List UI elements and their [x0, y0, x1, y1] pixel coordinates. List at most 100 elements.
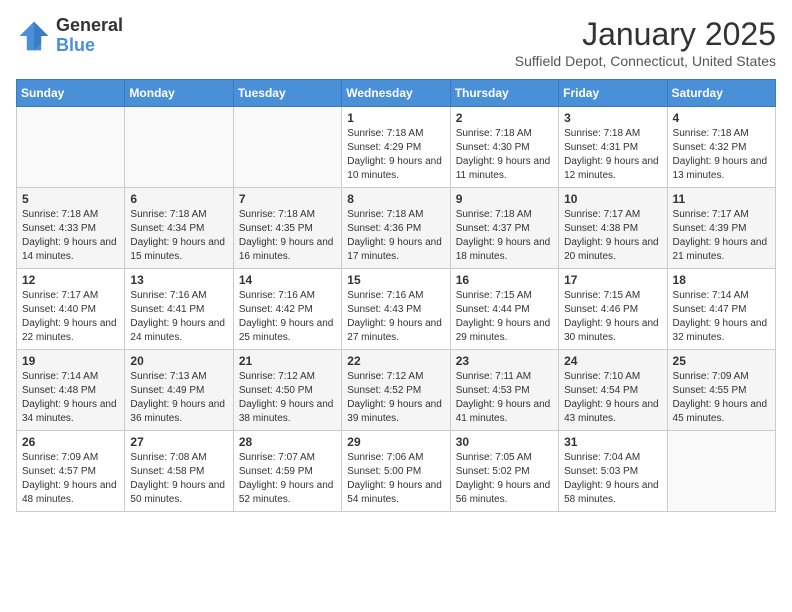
day-number: 2: [456, 111, 553, 125]
calendar-cell: 9 Sunrise: 7:18 AM Sunset: 4:37 PM Daylig…: [450, 188, 558, 269]
calendar-cell: 3 Sunrise: 7:18 AM Sunset: 4:31 PM Daylig…: [559, 107, 667, 188]
calendar-cell: 30 Sunrise: 7:05 AM Sunset: 5:02 PM Dayli…: [450, 431, 558, 512]
day-number: 22: [347, 354, 444, 368]
day-info: Sunrise: 7:09 AM Sunset: 4:55 PM Dayligh…: [673, 370, 770, 426]
col-sunday: Sunday: [17, 80, 125, 107]
week-row-3: 12 Sunrise: 7:17 AM Sunset: 4:40 PM Dayli…: [17, 269, 776, 350]
day-info: Sunrise: 7:18 AM Sunset: 4:30 PM Dayligh…: [456, 127, 553, 183]
day-number: 4: [673, 111, 770, 125]
day-number: 19: [22, 354, 119, 368]
calendar-cell: 5Sunrise: 7:18 AM Sunset: 4:33 PM Daylig…: [17, 188, 125, 269]
col-thursday: Thursday: [450, 80, 558, 107]
day-info: Sunrise: 7:18 AM Sunset: 4:35 PM Dayligh…: [239, 208, 336, 264]
logo-general-text: General: [56, 15, 123, 35]
day-info: Sunrise: 7:18 AM Sunset: 4:36 PM Dayligh…: [347, 208, 444, 264]
logo: General Blue: [16, 16, 123, 56]
day-number: 1: [347, 111, 444, 125]
day-number: 3: [564, 111, 661, 125]
calendar-cell: 15Sunrise: 7:16 AM Sunset: 4:43 PM Dayli…: [342, 269, 450, 350]
day-info: Sunrise: 7:17 AM Sunset: 4:40 PM Dayligh…: [22, 289, 119, 345]
calendar-cell: 11 Sunrise: 7:17 AM Sunset: 4:39 PM Dayli…: [667, 188, 775, 269]
week-row-5: 26Sunrise: 7:09 AM Sunset: 4:57 PM Dayli…: [17, 431, 776, 512]
calendar-cell: 16Sunrise: 7:15 AM Sunset: 4:44 PM Dayli…: [450, 269, 558, 350]
day-info: Sunrise: 7:09 AM Sunset: 4:57 PM Dayligh…: [22, 451, 119, 507]
col-tuesday: Tuesday: [233, 80, 341, 107]
calendar-cell: [17, 107, 125, 188]
calendar-cell: 29Sunrise: 7:06 AM Sunset: 5:00 PM Dayli…: [342, 431, 450, 512]
month-year-title: January 2025: [515, 16, 776, 53]
day-number: 13: [130, 273, 227, 287]
day-info: Sunrise: 7:05 AM Sunset: 5:02 PM Dayligh…: [456, 451, 553, 507]
day-number: 9: [456, 192, 553, 206]
day-info: Sunrise: 7:08 AM Sunset: 4:58 PM Dayligh…: [130, 451, 227, 507]
calendar-cell: 14Sunrise: 7:16 AM Sunset: 4:42 PM Dayli…: [233, 269, 341, 350]
day-info: Sunrise: 7:18 AM Sunset: 4:32 PM Dayligh…: [673, 127, 770, 183]
calendar-cell: 2 Sunrise: 7:18 AM Sunset: 4:30 PM Daylig…: [450, 107, 558, 188]
day-info: Sunrise: 7:11 AM Sunset: 4:53 PM Dayligh…: [456, 370, 553, 426]
calendar-cell: 18 Sunrise: 7:14 AM Sunset: 4:47 PM Dayli…: [667, 269, 775, 350]
day-info: Sunrise: 7:18 AM Sunset: 4:29 PM Dayligh…: [347, 127, 444, 183]
day-number: 12: [22, 273, 119, 287]
col-friday: Friday: [559, 80, 667, 107]
day-number: 24: [564, 354, 661, 368]
calendar-table: Sunday Monday Tuesday Wednesday Thursday…: [16, 79, 776, 512]
day-info: Sunrise: 7:12 AM Sunset: 4:52 PM Dayligh…: [347, 370, 444, 426]
day-info: Sunrise: 7:18 AM Sunset: 4:37 PM Dayligh…: [456, 208, 553, 264]
day-number: 27: [130, 435, 227, 449]
day-number: 25: [673, 354, 770, 368]
day-info: Sunrise: 7:17 AM Sunset: 4:38 PM Dayligh…: [564, 208, 661, 264]
day-number: 6: [130, 192, 227, 206]
day-number: 30: [456, 435, 553, 449]
calendar-cell: 21 Sunrise: 7:12 AM Sunset: 4:50 PM Dayli…: [233, 350, 341, 431]
page-header: General Blue January 2025 Suffield Depot…: [16, 16, 776, 69]
day-info: Sunrise: 7:16 AM Sunset: 4:41 PM Dayligh…: [130, 289, 227, 345]
title-block: January 2025 Suffield Depot, Connecticut…: [515, 16, 776, 69]
col-monday: Monday: [125, 80, 233, 107]
day-info: Sunrise: 7:06 AM Sunset: 5:00 PM Dayligh…: [347, 451, 444, 507]
day-info: Sunrise: 7:16 AM Sunset: 4:42 PM Dayligh…: [239, 289, 336, 345]
calendar-cell: 25 Sunrise: 7:09 AM Sunset: 4:55 PM Dayli…: [667, 350, 775, 431]
calendar-cell: [667, 431, 775, 512]
day-number: 18: [673, 273, 770, 287]
day-number: 10: [564, 192, 661, 206]
calendar-cell: 7 Sunrise: 7:18 AM Sunset: 4:35 PM Daylig…: [233, 188, 341, 269]
day-info: Sunrise: 7:12 AM Sunset: 4:50 PM Dayligh…: [239, 370, 336, 426]
calendar-cell: [125, 107, 233, 188]
calendar-cell: 19Sunrise: 7:14 AM Sunset: 4:48 PM Dayli…: [17, 350, 125, 431]
day-number: 11: [673, 192, 770, 206]
day-info: Sunrise: 7:18 AM Sunset: 4:31 PM Dayligh…: [564, 127, 661, 183]
calendar-cell: 26Sunrise: 7:09 AM Sunset: 4:57 PM Dayli…: [17, 431, 125, 512]
location-text: Suffield Depot, Connecticut, United Stat…: [515, 53, 776, 69]
week-row-4: 19Sunrise: 7:14 AM Sunset: 4:48 PM Dayli…: [17, 350, 776, 431]
day-number: 20: [130, 354, 227, 368]
calendar-cell: 20Sunrise: 7:13 AM Sunset: 4:49 PM Dayli…: [125, 350, 233, 431]
day-info: Sunrise: 7:07 AM Sunset: 4:59 PM Dayligh…: [239, 451, 336, 507]
day-info: Sunrise: 7:17 AM Sunset: 4:39 PM Dayligh…: [673, 208, 770, 264]
calendar-cell: 4 Sunrise: 7:18 AM Sunset: 4:32 PM Daylig…: [667, 107, 775, 188]
day-number: 31: [564, 435, 661, 449]
calendar-cell: [233, 107, 341, 188]
day-number: 8: [347, 192, 444, 206]
calendar-cell: 31 Sunrise: 7:04 AM Sunset: 5:03 PM Dayli…: [559, 431, 667, 512]
calendar-cell: 12 Sunrise: 7:17 AM Sunset: 4:40 PM Dayli…: [17, 269, 125, 350]
logo-icon: [16, 18, 52, 54]
calendar-cell: 8 Sunrise: 7:18 AM Sunset: 4:36 PM Daylig…: [342, 188, 450, 269]
day-number: 23: [456, 354, 553, 368]
calendar-header-row: Sunday Monday Tuesday Wednesday Thursday…: [17, 80, 776, 107]
day-number: 5: [22, 192, 119, 206]
day-number: 7: [239, 192, 336, 206]
day-number: 17: [564, 273, 661, 287]
day-number: 21: [239, 354, 336, 368]
day-info: Sunrise: 7:14 AM Sunset: 4:47 PM Dayligh…: [673, 289, 770, 345]
calendar-cell: 28Sunrise: 7:07 AM Sunset: 4:59 PM Dayli…: [233, 431, 341, 512]
calendar-cell: 6Sunrise: 7:18 AM Sunset: 4:34 PM Daylig…: [125, 188, 233, 269]
col-wednesday: Wednesday: [342, 80, 450, 107]
day-number: 16: [456, 273, 553, 287]
day-info: Sunrise: 7:16 AM Sunset: 4:43 PM Dayligh…: [347, 289, 444, 345]
week-row-2: 5Sunrise: 7:18 AM Sunset: 4:33 PM Daylig…: [17, 188, 776, 269]
day-info: Sunrise: 7:04 AM Sunset: 5:03 PM Dayligh…: [564, 451, 661, 507]
week-row-1: 1 Sunrise: 7:18 AM Sunset: 4:29 PM Daylig…: [17, 107, 776, 188]
calendar-cell: 13 Sunrise: 7:16 AM Sunset: 4:41 PM Dayli…: [125, 269, 233, 350]
calendar-cell: 22 Sunrise: 7:12 AM Sunset: 4:52 PM Dayli…: [342, 350, 450, 431]
calendar-cell: 17Sunrise: 7:15 AM Sunset: 4:46 PM Dayli…: [559, 269, 667, 350]
